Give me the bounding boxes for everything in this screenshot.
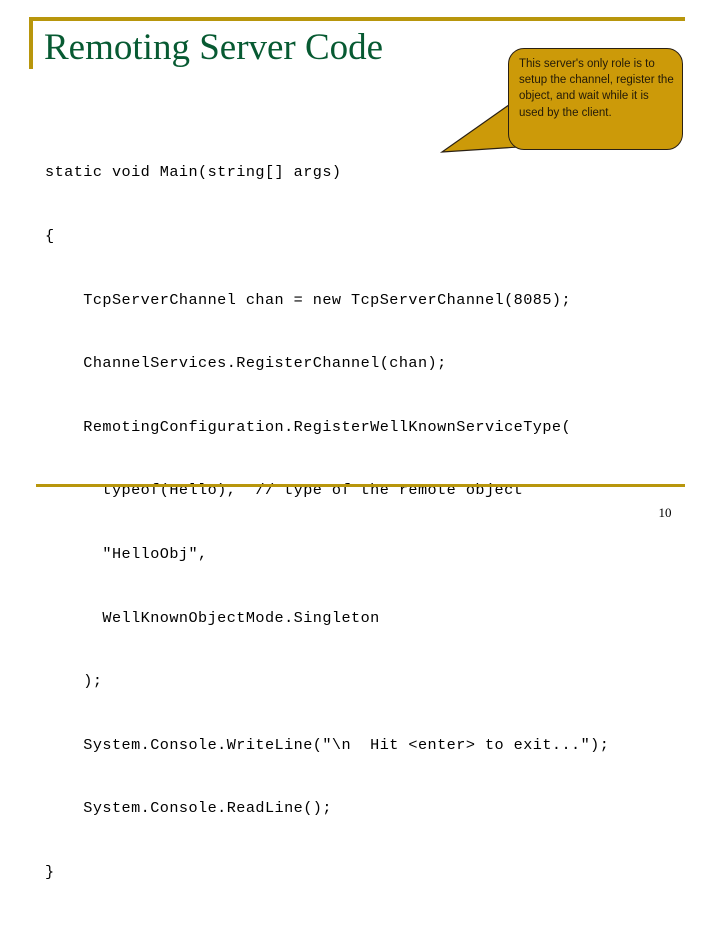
slide-number: 10: [658, 505, 672, 520]
code-line: WellKnownObjectMode.Singleton: [45, 608, 380, 627]
code-line: TcpServerChannel chan = new TcpServerCha…: [45, 290, 572, 309]
page-title: Remoting Server Code: [44, 27, 384, 68]
code-line: "HelloObj",: [45, 544, 208, 563]
code-line: );: [45, 672, 103, 691]
callout-text: This server's only role is to setup the …: [519, 58, 674, 119]
top-accent-rule: [29, 17, 685, 21]
code-line: }: [45, 862, 55, 881]
code-block: static void Main(string[] args) { TcpSer…: [45, 120, 705, 926]
slide-canvas: Remoting Server Code This server's only …: [0, 0, 720, 881]
title-accent-tick: [29, 17, 33, 69]
code-line: RemotingConfiguration.RegisterWellKnownS…: [45, 417, 572, 436]
code-line: {: [45, 227, 55, 245]
callout-bubble: This server's only role is to setup the …: [439, 48, 683, 153]
code-line: ChannelServices.RegisterChannel(chan);: [45, 354, 447, 373]
code-line: System.Console.WriteLine("\n Hit <enter>…: [45, 735, 610, 754]
bottom-accent-rule: [36, 484, 685, 487]
code-line: System.Console.ReadLine();: [45, 799, 332, 818]
code-line: static void Main(string[] args): [45, 163, 342, 182]
